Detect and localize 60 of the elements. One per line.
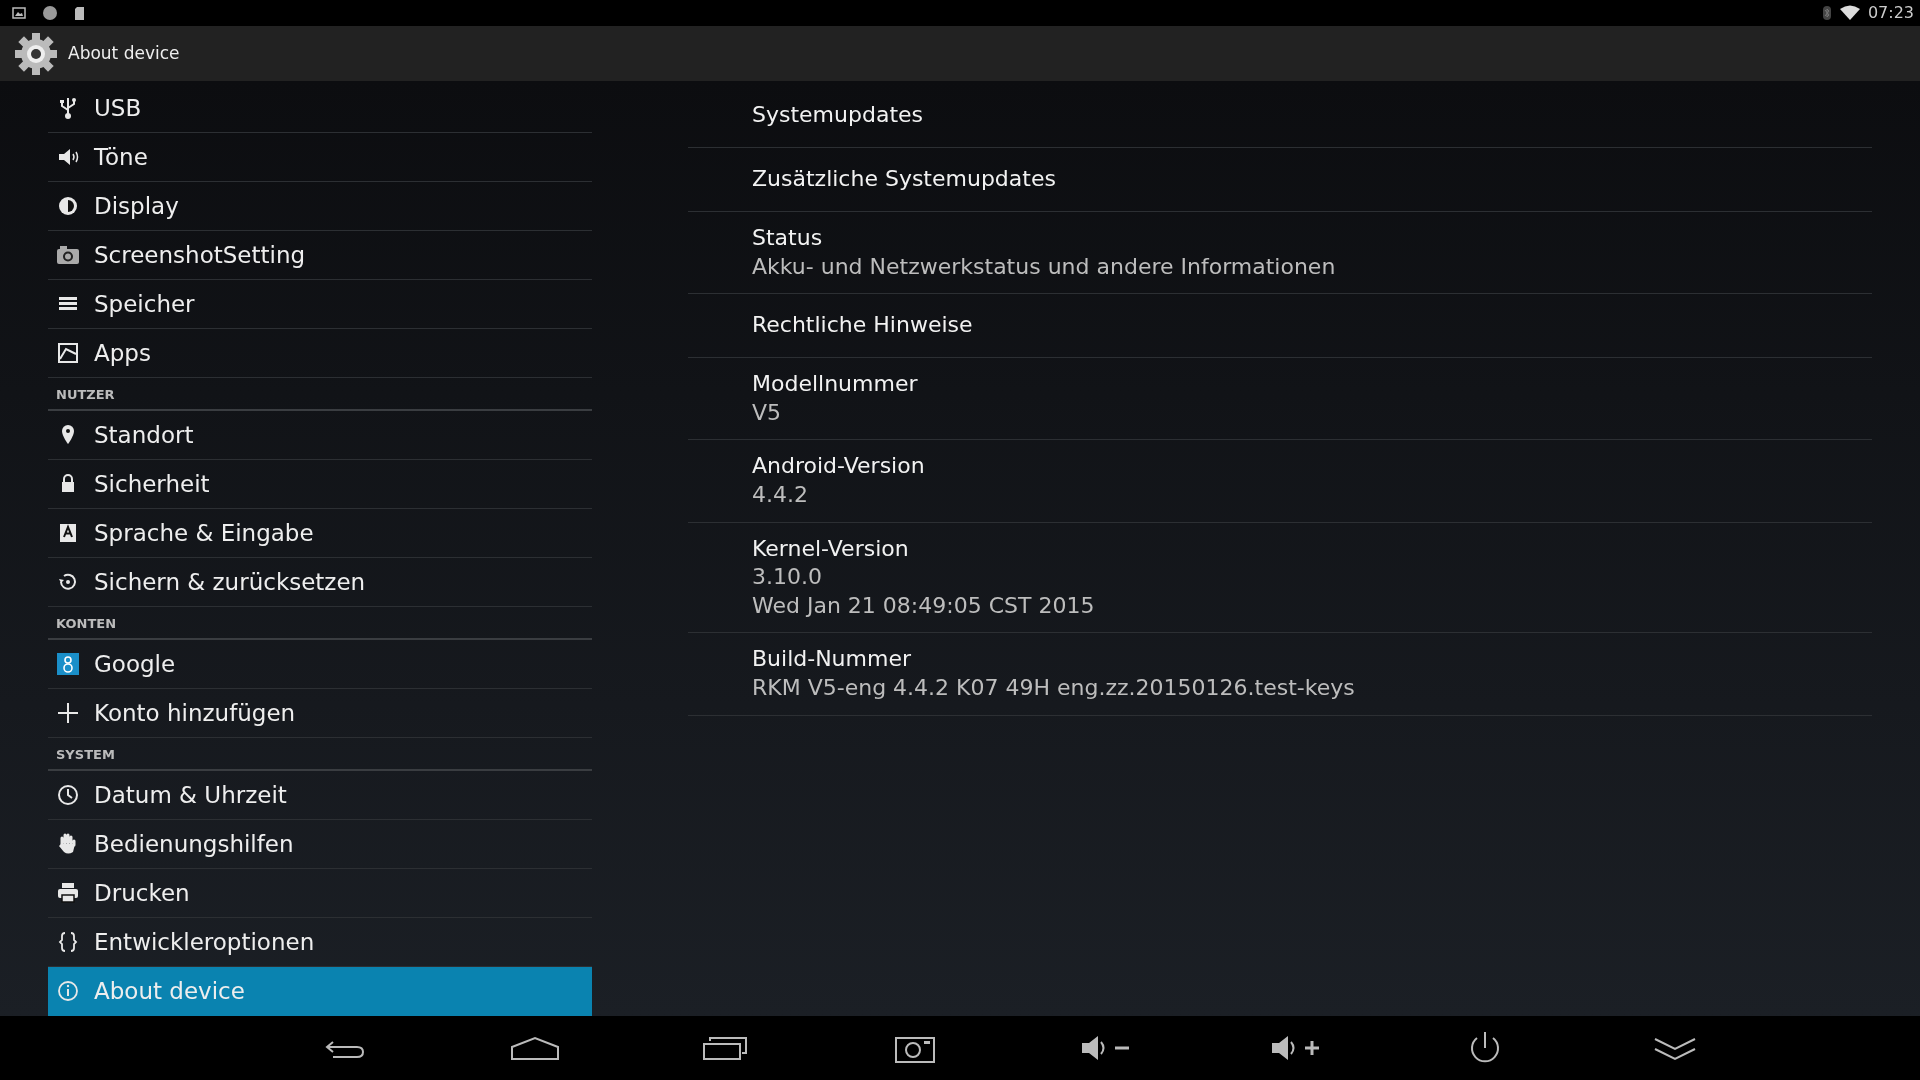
detail-summary: 3.10.0 — [752, 563, 823, 592]
detail-summary: RKM V5-eng 4.4.2 K07 49H eng.zz.20150126.test-keys — [752, 673, 1356, 702]
detail-title: Android-Version — [752, 452, 926, 481]
section-header: SYSTEM — [48, 738, 592, 771]
settings-item[interactable]: USB — [48, 84, 592, 133]
sd-card-icon — [74, 5, 85, 21]
detail-summary: 4.4.2 — [752, 480, 809, 509]
settings-item[interactable]: Display — [48, 182, 592, 231]
detail-title: Systemupdates — [752, 101, 924, 130]
account-icon — [56, 652, 80, 676]
settings-item[interactable]: Datum & Uhrzeit — [48, 771, 592, 820]
detail-row[interactable]: Kernel-Version 3.10.0 Wed Jan 21 08:49:05 CST 2015 — [688, 522, 1872, 634]
braces-icon — [56, 930, 80, 954]
gear-icon — [14, 31, 58, 76]
image-icon — [12, 7, 26, 19]
detail-title: Status — [752, 224, 824, 252]
plus-icon — [56, 701, 80, 725]
detail-row[interactable]: Modellnummer V5 — [688, 358, 1872, 441]
detail-title: Zusätzliche Systemupdates — [752, 165, 1057, 194]
detail-summary: Akku- und Netzwerkstatus und andere Informationen — [752, 252, 1337, 281]
settings-item[interactable]: Drucken — [48, 869, 592, 918]
settings-item[interactable]: Google — [48, 640, 592, 689]
detail-row[interactable]: Zusätzliche Systemupdates — [688, 148, 1872, 212]
clock-icon — [56, 783, 80, 807]
settings-item[interactable]: Bedienungshilfen — [48, 820, 592, 869]
info-icon — [56, 979, 80, 1003]
apps-icon — [56, 341, 80, 365]
circle-icon — [42, 5, 58, 21]
settings-item[interactable]: Sprache & Eingabe — [48, 509, 592, 558]
section-header: KONTEN — [48, 607, 592, 640]
settings-item[interactable]: ScreenshotSetting — [48, 231, 592, 280]
settings-item[interactable]: Sichern & zurücksetzen — [48, 558, 592, 607]
settings-item[interactable]: About device — [48, 967, 592, 1016]
printer-icon — [56, 881, 80, 905]
detail-title: Build-Nummer — [752, 645, 912, 674]
detail-row[interactable]: Build-Nummer RKM V5-eng 4.4.2 K07 49H eng.zz.20150126.test-keys — [688, 633, 1872, 716]
bluetooth-icon — [1821, 5, 1832, 21]
settings-item[interactable]: Konto hinzufügen — [48, 689, 592, 738]
camera-icon — [56, 243, 80, 267]
clock-time: 07:23 — [1867, 2, 1914, 24]
detail-summary: Wed Jan 21 08:49:05 CST 2015 — [752, 591, 1096, 620]
detail-title: Modellnummer — [752, 370, 919, 399]
detail-row[interactable]: Rechtliche Hinweise — [688, 294, 1872, 359]
detail-row[interactable]: Android-Version 4.4.2 — [688, 440, 1872, 523]
detail-title: Rechtliche Hinweise — [752, 311, 974, 340]
wifi-icon — [1839, 5, 1860, 21]
settings-item[interactable]: Apps — [48, 329, 592, 378]
brightness-icon — [56, 194, 80, 218]
detail-row[interactable]: Systemupdates — [688, 84, 1872, 148]
detail-summary: V5 — [752, 398, 783, 427]
settings-item[interactable]: Sicherheit — [48, 460, 592, 509]
detail-row[interactable]: Status Akku- und Netzwerkstatus und andere Informationen — [688, 212, 1872, 295]
home-icon[interactable] — [510, 1035, 560, 1061]
detail-title: Kernel-Version — [752, 534, 910, 563]
settings-item[interactable]: Töne — [48, 133, 592, 182]
settings-item[interactable]: Speicher — [48, 280, 592, 329]
screen-title: About device — [68, 41, 180, 65]
section-header: NUTZER — [48, 378, 592, 411]
settings-item[interactable]: Standort — [48, 411, 592, 460]
recent-apps-icon[interactable] — [702, 1035, 748, 1061]
